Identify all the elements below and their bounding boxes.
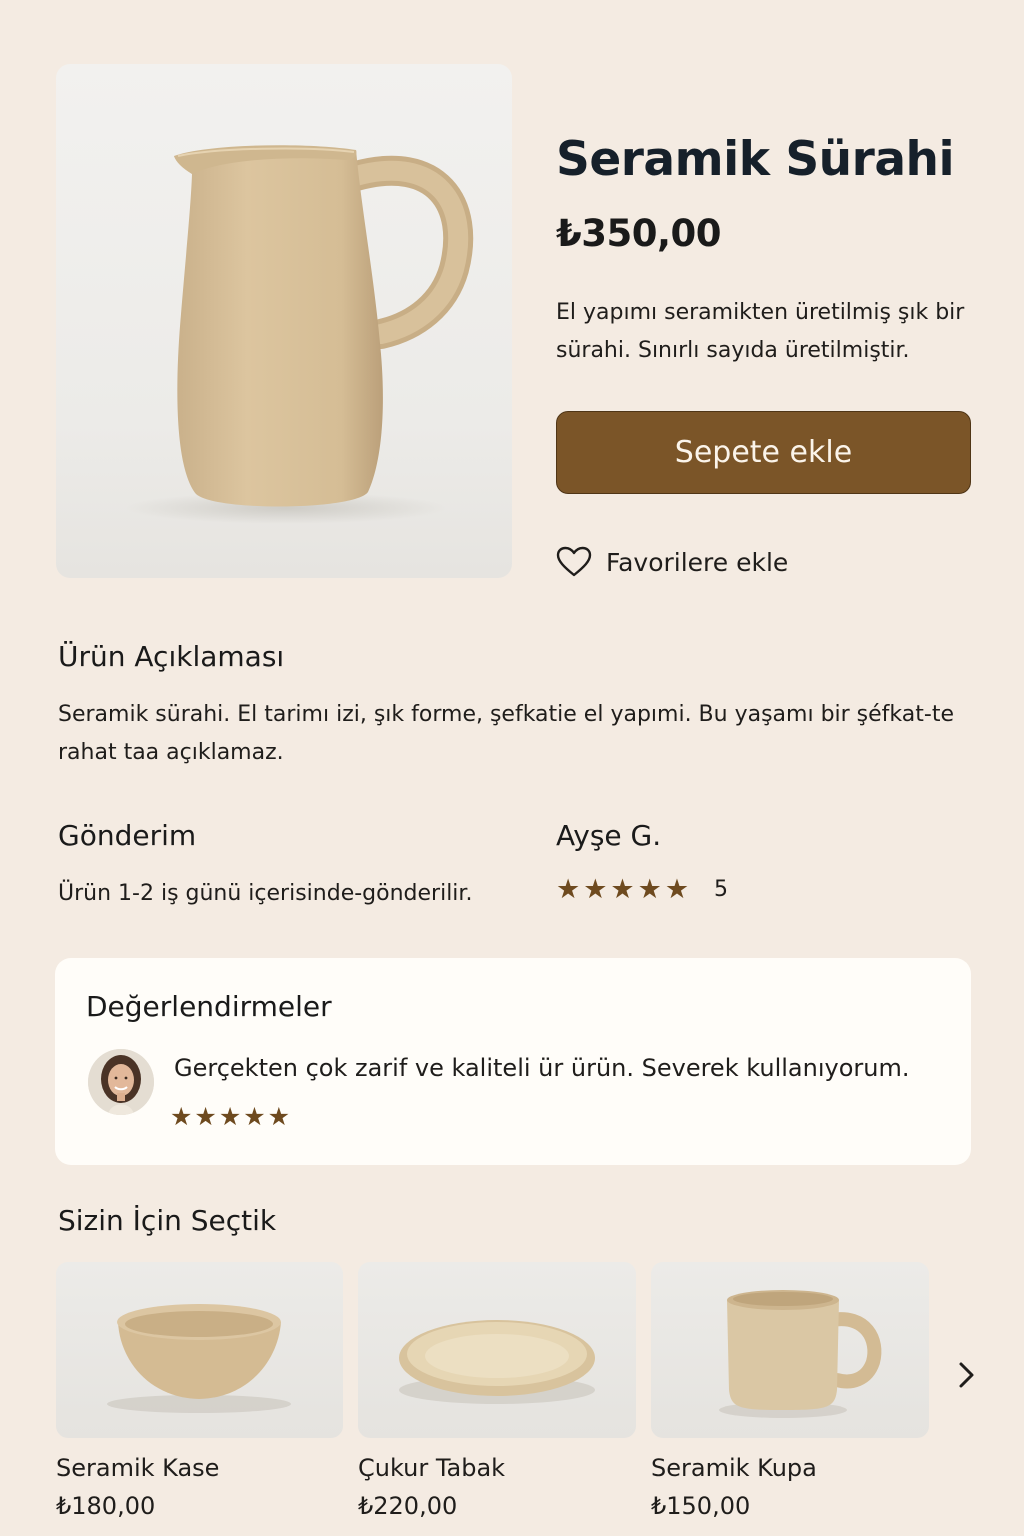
ceramic-pitcher-image [126, 145, 474, 524]
product-price: ₺350,00 [556, 212, 722, 255]
reviews-card: Değerlendirmeler Gerçekten çok zarif ve … [55, 958, 971, 1165]
star-rating-icon: ★★★★★ [556, 874, 693, 905]
plate-image [399, 1320, 595, 1404]
heart-icon [556, 546, 592, 577]
product-short-description: El yapımı seramikten üretilmiş şık bir s… [556, 300, 965, 363]
review-star-icon: ★★★★★ [170, 1102, 293, 1131]
bowl-image [107, 1304, 291, 1413]
product-card-image [651, 1262, 929, 1438]
product-card-price: ₺220,00 [358, 1492, 458, 1520]
recommendations-heading: Sizin İçin Seçtik [58, 1204, 277, 1237]
product-card[interactable]: Seramik Kase ₺180,00 [56, 1262, 343, 1520]
rating-score: 5 [714, 877, 729, 902]
rating-summary: ★★★★★ 5 [556, 874, 728, 905]
product-title: Seramik Sürahi [556, 132, 955, 187]
shipping-heading: Gönderim [58, 819, 197, 852]
reviews-heading: Değerlendirmeler [86, 990, 332, 1023]
product-card-name: Seramik Kase [56, 1454, 220, 1482]
product-card-name: Seramik Kupa [651, 1454, 817, 1482]
product-card-name: Çukur Tabak [358, 1454, 506, 1482]
chevron-right-icon[interactable] [950, 1355, 984, 1395]
favorites-label: Favorilere ekle [606, 547, 789, 577]
shipping-text: Ürün 1-2 iş günü içerisinde-gönderilir. [58, 881, 473, 906]
mug-image [719, 1290, 882, 1418]
product-image [56, 64, 512, 578]
add-to-favorites-button[interactable]: Favorilere ekle [556, 541, 788, 583]
description-heading: Ürün Açıklaması [58, 640, 285, 673]
review-text: Gerçekten çok zarif ve kaliteli ür ürün.… [174, 1054, 910, 1082]
add-to-cart-button[interactable]: Sepete ekle [556, 411, 971, 494]
reviewer-name: Ayşe G. [556, 819, 662, 852]
reviewer-avatar-icon [88, 1049, 154, 1115]
description-text: Seramik sürahi. El tarimı izi, şık forme… [58, 702, 954, 765]
avatar [88, 1049, 154, 1115]
product-card-price: ₺180,00 [56, 1492, 156, 1520]
product-card-image [56, 1262, 343, 1438]
product-card-price: ₺150,00 [651, 1492, 751, 1520]
product-card-image [358, 1262, 636, 1438]
product-card[interactable]: Çukur Tabak ₺220,00 [358, 1262, 636, 1520]
product-card[interactable]: Seramik Kupa ₺150,00 [651, 1262, 929, 1520]
